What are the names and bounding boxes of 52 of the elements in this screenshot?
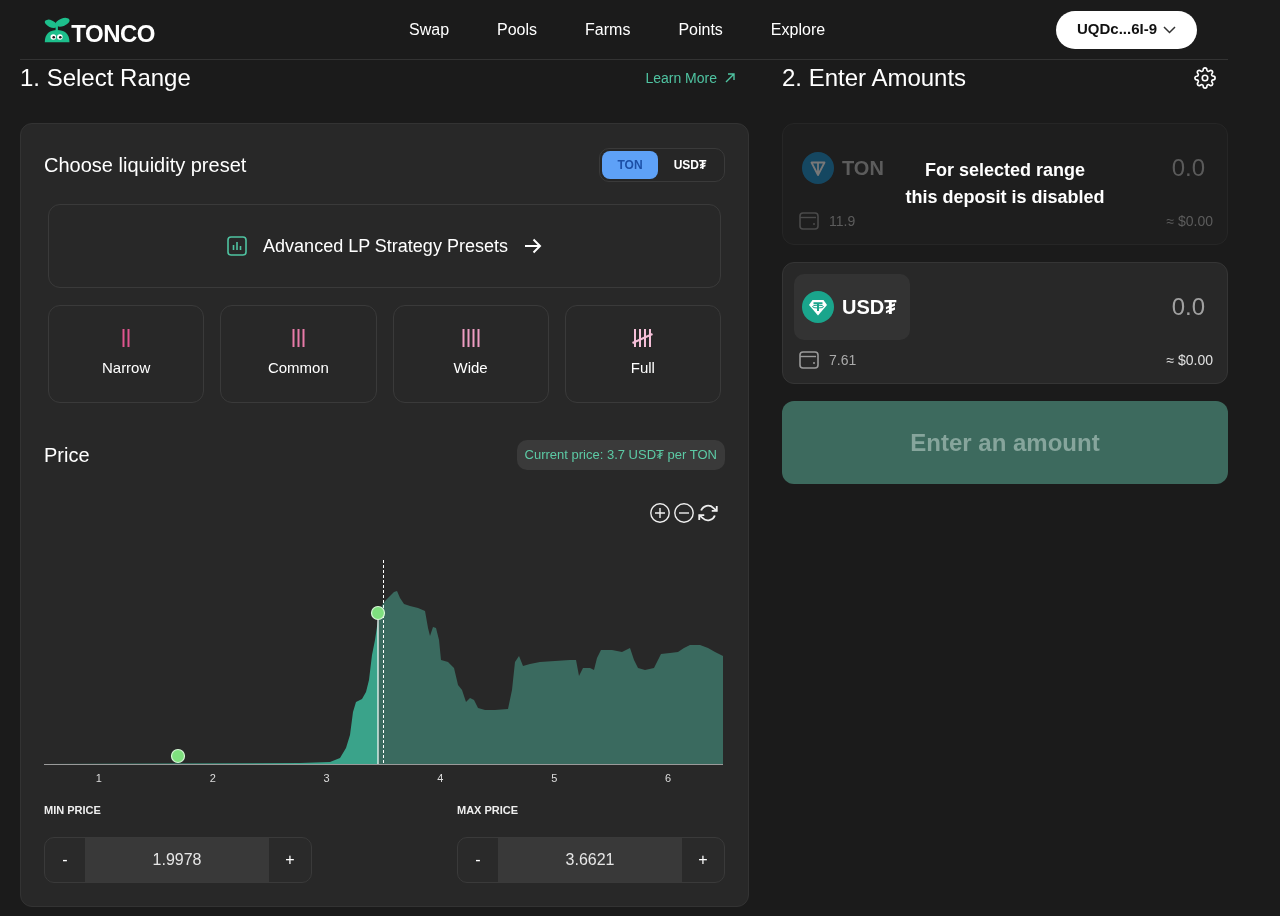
axis-label: 3 xyxy=(323,771,330,785)
panel-heading: Price xyxy=(44,443,90,468)
section-title: 2. Enter Amounts xyxy=(782,63,967,93)
section-title: 1. Select Range xyxy=(20,63,191,93)
current-price-badge: Current price: 3.7 USD₮ per TON xyxy=(516,440,725,470)
price-label: MAX PRICE xyxy=(457,804,519,816)
panel-heading: Choose liquidity preset xyxy=(44,153,247,178)
advanced-presets-button[interactable]: Advanced LP Strategy Presets xyxy=(48,204,721,288)
preset-button[interactable]: Narrow xyxy=(48,305,205,403)
triangle-coin-icon xyxy=(802,152,834,184)
axis-label: 2 xyxy=(209,771,216,785)
preset-button[interactable]: Full xyxy=(564,305,721,403)
wallet-icon xyxy=(799,212,819,230)
wallet-button[interactable]: UQDc...6I-9 xyxy=(1055,10,1197,49)
refresh-icon[interactable] xyxy=(698,503,718,523)
nav-link[interactable]: Points xyxy=(678,19,723,40)
chevron-down-icon xyxy=(1163,25,1176,34)
axis-label: 4 xyxy=(437,771,444,785)
arrow-up-right-icon xyxy=(725,73,735,83)
usd-value: ≈ $0.00 xyxy=(1166,211,1213,231)
tally-bars-icon xyxy=(122,328,131,349)
bar-chart-icon xyxy=(227,236,248,256)
tally-bars-icon xyxy=(291,328,305,349)
preset-button[interactable]: Common xyxy=(220,305,377,403)
axis-label: 1 xyxy=(95,771,102,785)
axis-label: 5 xyxy=(551,771,558,785)
learn-more-link[interactable]: Learn More xyxy=(645,67,735,89)
axis-label: 6 xyxy=(665,771,672,785)
arrow-right-icon xyxy=(523,238,542,254)
nav-link[interactable]: Pools xyxy=(497,19,538,40)
range-handle-icon[interactable] xyxy=(170,748,186,764)
range-handle-icon[interactable] xyxy=(370,605,386,621)
token-selector[interactable]: USD₮ xyxy=(794,274,911,340)
logo-text: TONCO xyxy=(71,21,155,46)
currency-toggle-tab[interactable]: USD₮ xyxy=(658,151,722,179)
nav-link[interactable]: Farms xyxy=(585,19,631,40)
tally-bars-icon xyxy=(461,328,480,349)
tally-bars-icon xyxy=(632,328,654,349)
zoom-out-icon[interactable] xyxy=(674,503,694,523)
usd-value: ≈ $0.00 xyxy=(1166,350,1213,370)
wallet-icon xyxy=(799,351,819,369)
nav-link[interactable]: Explore xyxy=(770,19,826,40)
gem-coin-icon xyxy=(802,291,834,323)
wallet-balance: 11.9 xyxy=(829,211,856,231)
wallet-balance: 7.61 xyxy=(829,350,857,370)
amount-input[interactable]: 0.0 xyxy=(1136,287,1216,327)
price-label: MIN PRICE xyxy=(44,804,101,816)
zoom-in-icon[interactable] xyxy=(650,503,670,523)
settings-icon[interactable] xyxy=(1194,67,1216,89)
nav-link[interactable]: Swap xyxy=(409,19,450,40)
disabled-notice: For selected range this deposit is disabled xyxy=(905,159,1105,209)
preset-button[interactable]: Wide xyxy=(392,305,549,403)
